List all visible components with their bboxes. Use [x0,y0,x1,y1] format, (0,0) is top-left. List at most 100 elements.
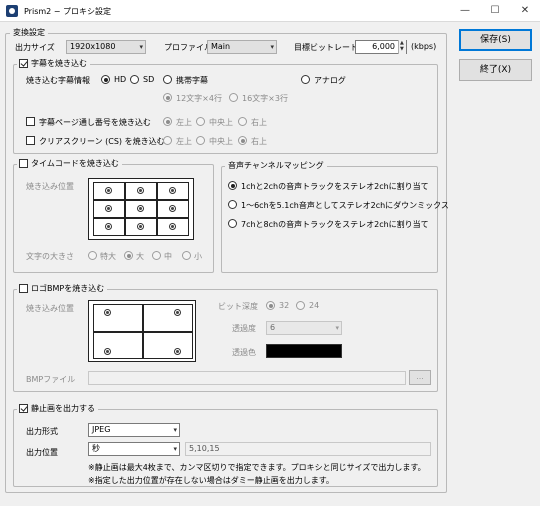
subtitle-type-analog-label: アナログ [314,76,346,85]
bit-depth-32-radio[interactable] [266,301,275,310]
transparent-color-swatch[interactable] [266,344,342,358]
layout-16x3-radio[interactable] [229,93,238,102]
subtitle-checkbox[interactable] [19,59,28,68]
page-number-pos-right-label: 右上 [251,118,267,127]
position-dot-icon [104,309,111,316]
still-position-unit-select[interactable]: 秒 ▾ [88,442,180,456]
page-number-pos-center-radio[interactable] [196,117,205,126]
timecode-size-xl-radio[interactable] [88,251,97,260]
subtitle-group-text: 字幕を焼き込む [31,59,87,68]
timecode-checkbox[interactable] [19,159,28,168]
app-icon [6,5,18,17]
timecode-pos-cell-ml[interactable] [93,200,125,218]
still-format-select[interactable]: JPEG ▾ [88,423,180,437]
still-note-1: ※静止画は最大4枚まで、カンマ区切りで指定できます。プロキシと同じサイズで出力し… [88,463,426,472]
still-image-group-label: 静止画を出力する [17,403,98,414]
timecode-position-label: 焼き込み位置 [26,182,74,191]
transparency-label: 透過度 [232,324,256,333]
clear-screen-pos-left-radio[interactable] [163,136,172,145]
spin-arrows-icon[interactable]: ▲ ▼ [398,40,406,54]
minimize-button[interactable]: — [450,0,480,22]
profile-label: プロファイル [164,43,212,52]
save-button[interactable]: 保存(S) [459,29,532,51]
position-dot-icon [137,223,144,230]
timecode-pos-cell-tc[interactable] [125,182,157,200]
layout-16x3-label: 16文字×3行 [242,94,288,103]
logo-pos-cell-tr[interactable] [143,304,193,332]
output-size-select[interactable]: 1920x1080 ▾ [66,40,146,54]
clear-screen-pos-center-radio[interactable] [196,136,205,145]
still-position-input[interactable]: 5,10,15 [185,442,431,456]
position-dot-icon [137,187,144,194]
transparency-value: 6 [270,323,276,332]
chevron-down-icon: ▾ [335,324,339,332]
title-bar: Prism2 − プロキシ設定 — ☐ ✕ [0,0,540,22]
clear-screen-pos-right-label: 右上 [251,137,267,146]
still-position-unit-value: 秒 [92,444,100,453]
audio-option-3-radio[interactable] [228,219,237,228]
timecode-size-s-label: 小 [194,252,202,261]
chevron-down-icon: ▾ [270,43,274,51]
audio-option-2-label: 1〜6chを5.1ch音声としてステレオ2chにダウンミックス [241,201,449,210]
timecode-size-s-radio[interactable] [182,251,191,260]
page-number-pos-right-radio[interactable] [238,117,247,126]
layout-12x4-radio[interactable] [163,93,172,102]
logo-pos-cell-tl[interactable] [93,304,143,332]
timecode-pos-cell-mr[interactable] [157,200,189,218]
output-size-value: 1920x1080 [70,42,116,51]
subtitle-type-analog-radio[interactable] [301,75,310,84]
timecode-pos-cell-br[interactable] [157,218,189,236]
logo-pos-cell-br[interactable] [143,332,193,359]
clear-screen-pos-right-radio[interactable] [238,136,247,145]
timecode-size-m-radio[interactable] [152,251,161,260]
still-note-2: ※指定した出力位置が存在しない場合はダミー静止画を出力します。 [88,476,334,485]
timecode-size-m-label: 中 [164,252,172,261]
still-image-checkbox[interactable] [19,404,28,413]
timecode-pos-cell-bl[interactable] [93,218,125,236]
still-format-label: 出力形式 [26,427,58,436]
timecode-pos-cell-tr[interactable] [157,182,189,200]
chevron-down-icon: ▾ [173,426,177,434]
profile-select[interactable]: Main ▾ [207,40,277,54]
position-dot-icon [137,205,144,212]
page-number-checkbox[interactable] [26,117,35,126]
position-dot-icon [174,309,181,316]
subtitle-type-sd-radio[interactable] [130,75,139,84]
subtitle-group-label: 字幕を焼き込む [17,58,90,69]
bit-depth-24-label: 24 [309,301,320,310]
subtitle-type-sd-label: SD [143,75,155,84]
layout-12x4-label: 12文字×4行 [176,94,222,103]
timecode-size-l-radio[interactable] [124,251,133,260]
transparency-select[interactable]: 6 ▾ [266,321,342,335]
page-number-pos-left-radio[interactable] [163,117,172,126]
bit-depth-24-radio[interactable] [296,301,305,310]
conversion-settings-label: 変換設定 [10,27,48,38]
bmp-file-input[interactable] [88,371,406,385]
audio-option-1-radio[interactable] [228,181,237,190]
close-button[interactable]: ✕ [510,0,540,22]
logo-pos-cell-bl[interactable] [93,332,143,359]
subtitle-type-hd-radio[interactable] [101,75,110,84]
logo-checkbox[interactable] [19,284,28,293]
position-dot-icon [104,348,111,355]
still-position-label: 出力位置 [26,448,58,457]
exit-button[interactable]: 終了(X) [459,59,532,81]
page-number-pos-left-label: 左上 [176,118,192,127]
browse-button[interactable]: ... [409,370,431,385]
timecode-pos-cell-bc[interactable] [125,218,157,236]
timecode-pos-cell-tl[interactable] [93,182,125,200]
bitrate-value: 6,000 [372,42,395,51]
audio-option-1-label: 1chと2chの音声トラックをステレオ2chに割り当て [241,182,429,191]
audio-option-2-radio[interactable] [228,200,237,209]
timecode-position-grid [88,178,194,240]
timecode-size-xl-label: 特大 [100,252,116,261]
bitrate-input[interactable]: 6,000 ▲ ▼ [355,40,407,54]
position-dot-icon [169,223,176,230]
subtitle-type-mobile-radio[interactable] [163,75,172,84]
timecode-pos-cell-mc[interactable] [125,200,157,218]
maximize-button[interactable]: ☐ [480,0,510,22]
still-format-value: JPEG [92,425,111,434]
bitrate-label: 目標ビットレート [294,43,358,52]
bitrate-unit: (kbps) [411,42,437,51]
clear-screen-checkbox[interactable] [26,136,35,145]
